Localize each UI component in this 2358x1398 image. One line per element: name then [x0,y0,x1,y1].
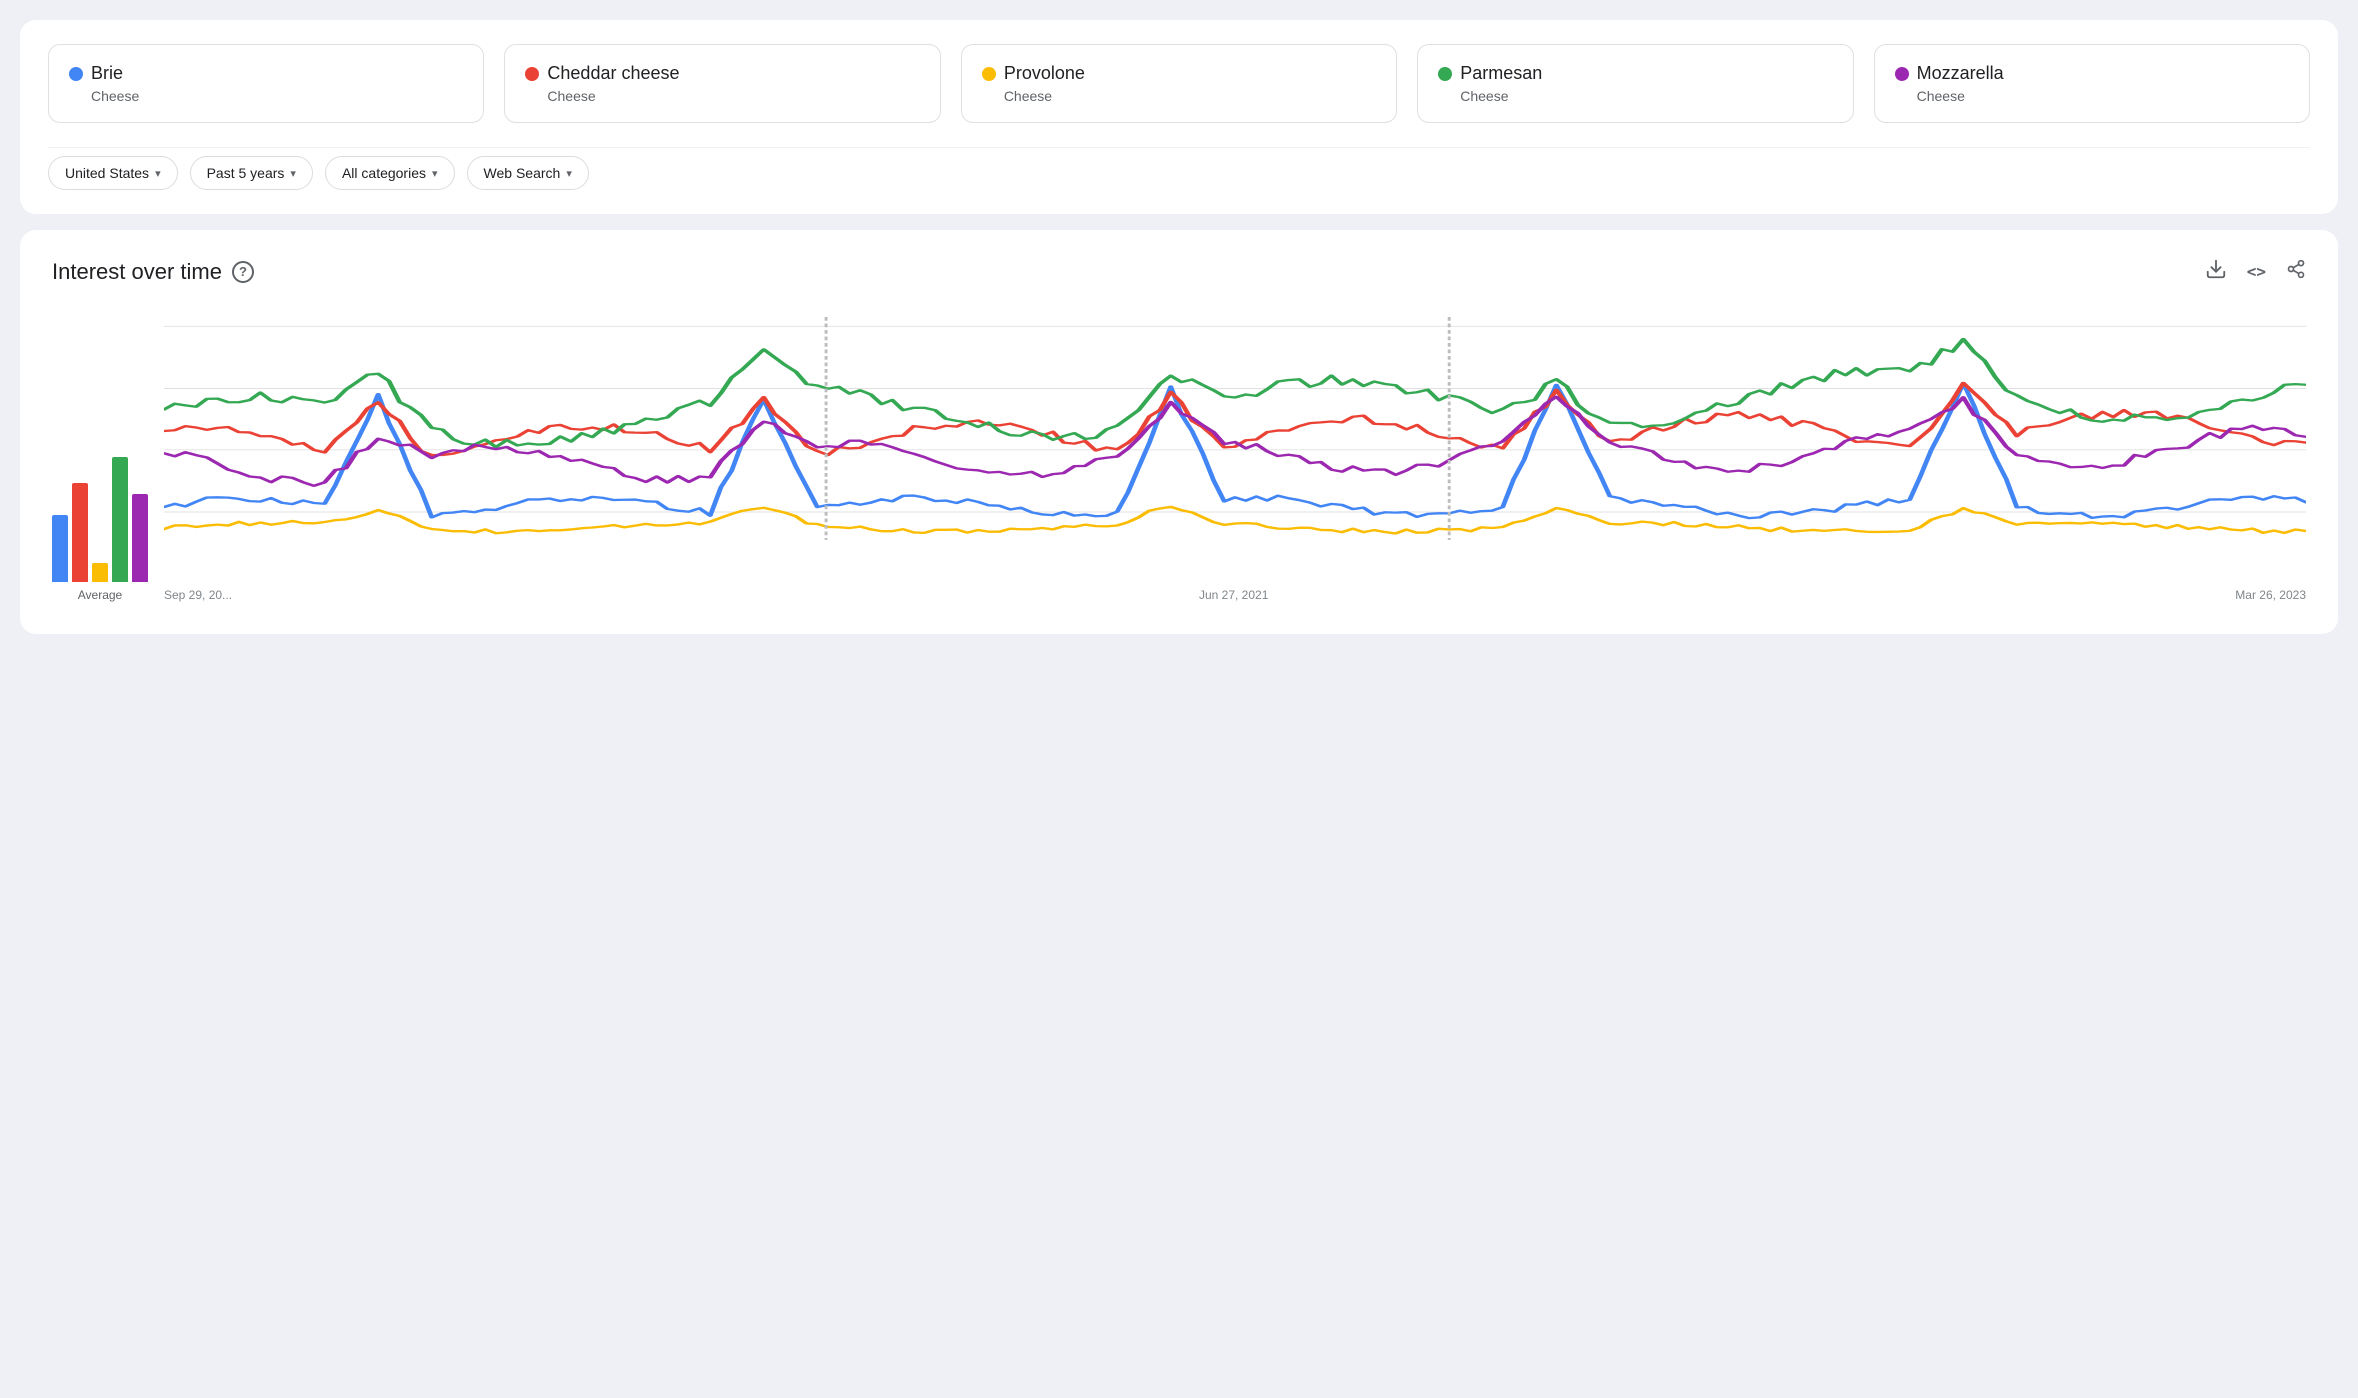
x-axis-labels: Sep 29, 20... Jun 27, 2021 Mar 26, 2023 [164,582,2306,602]
region-label: United States [65,165,149,181]
chart-card: Interest over time ? <> Average [20,230,2338,634]
search-type-filter[interactable]: Web Search ▾ [467,156,589,190]
term-category-parmesan: Cheese [1460,88,1832,104]
search-type-label: Web Search [484,165,561,181]
term-dot-brie [69,67,83,81]
chart-actions: <> [2205,258,2306,285]
term-name-cheddar: Cheddar cheese [525,63,919,84]
avg-bar-3 [112,457,128,582]
region-chevron: ▾ [155,167,161,180]
x-label-0: Sep 29, 20... [164,588,232,602]
chart-title: Interest over time [52,259,222,285]
search-terms-container: Brie Cheese Cheddar cheese Cheese Provol… [48,44,2310,123]
term-dot-parmesan [1438,67,1452,81]
period-label: Past 5 years [207,165,285,181]
bars-container [52,422,148,582]
chart-title-area: Interest over time ? [52,259,254,285]
term-category-brie: Cheese [91,88,463,104]
chart-header: Interest over time ? <> [52,258,2306,285]
avg-bar-1 [72,483,88,582]
term-dot-cheddar [525,67,539,81]
term-dot-provolone [982,67,996,81]
term-item-brie[interactable]: Brie Cheese [48,44,484,123]
chart-area: Average 100 75 50 25 Sep 29, 20... Jun 2 [52,317,2306,602]
line-chart-wrapper: 100 75 50 25 Sep 29, 20... Jun 27, 2021 … [164,317,2306,602]
search-type-chevron: ▾ [566,167,572,180]
term-item-parmesan[interactable]: Parmesan Cheese [1417,44,1853,123]
category-filter[interactable]: All categories ▾ [325,156,455,190]
category-label: All categories [342,165,426,181]
term-item-mozzarella[interactable]: Mozzarella Cheese [1874,44,2310,123]
term-name-brie: Brie [69,63,463,84]
term-dot-mozzarella [1895,67,1909,81]
period-filter[interactable]: Past 5 years ▾ [190,156,313,190]
term-category-mozzarella: Cheese [1917,88,2289,104]
download-icon[interactable] [2205,258,2227,285]
avg-bar-0 [52,515,68,582]
region-filter[interactable]: United States ▾ [48,156,178,190]
line-chart-svg: 100 75 50 25 [164,317,2306,577]
share-icon[interactable] [2286,259,2306,285]
x-label-2: Mar 26, 2023 [2235,588,2306,602]
x-label-1: Jun 27, 2021 [1199,588,1268,602]
term-name-provolone: Provolone [982,63,1376,84]
avg-bar-4 [132,494,148,582]
term-item-cheddar[interactable]: Cheddar cheese Cheese [504,44,940,123]
top-card: Brie Cheese Cheddar cheese Cheese Provol… [20,20,2338,214]
category-chevron: ▾ [432,167,438,180]
term-name-mozzarella: Mozzarella [1895,63,2289,84]
help-icon[interactable]: ? [232,261,254,283]
term-category-cheddar: Cheese [547,88,919,104]
period-chevron: ▾ [290,167,296,180]
term-item-provolone[interactable]: Provolone Cheese [961,44,1397,123]
filters-row: United States ▾ Past 5 years ▾ All categ… [48,147,2310,190]
term-category-provolone: Cheese [1004,88,1376,104]
embed-icon[interactable]: <> [2247,262,2266,281]
avg-bar-2 [92,563,108,582]
avg-label: Average [78,588,122,602]
term-name-parmesan: Parmesan [1438,63,1832,84]
bar-chart-area: Average [52,422,148,602]
